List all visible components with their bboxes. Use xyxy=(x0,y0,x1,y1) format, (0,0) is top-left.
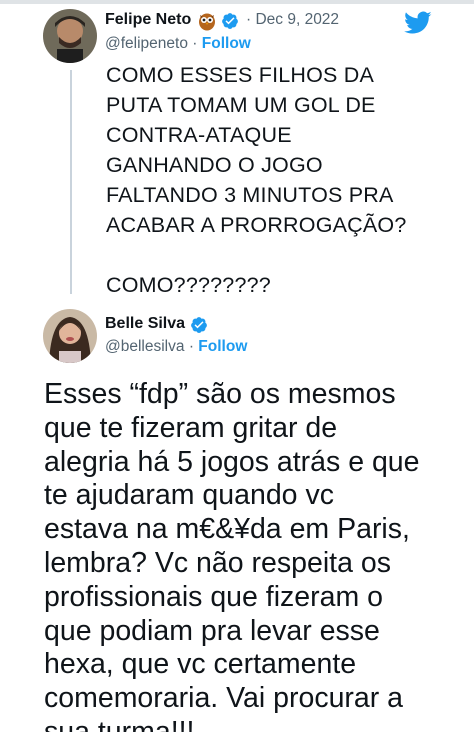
verified-badge-icon xyxy=(190,316,208,334)
follow-button[interactable]: Follow xyxy=(202,35,251,52)
thread-connector-line xyxy=(70,70,72,294)
tweet-text: COMO ESSES FILHOS DA PUTA TOMAM UM GOL D… xyxy=(106,63,407,297)
author-handle[interactable]: @bellesilva xyxy=(105,338,185,355)
separator-dot: · xyxy=(192,35,198,52)
tweet-text: Esses “fdp” são os mesmos que te fizeram… xyxy=(44,378,420,732)
separator-dot: · xyxy=(188,338,194,355)
author-name[interactable]: Belle Silva xyxy=(105,315,185,333)
felipe-neto-avatar[interactable] xyxy=(43,9,97,63)
twitter-bird-icon[interactable] xyxy=(404,11,432,35)
verified-badge-icon xyxy=(221,12,239,30)
top-divider xyxy=(0,0,474,4)
author-handle-line: @felipeneto · Follow xyxy=(105,35,251,53)
follow-button[interactable]: Follow xyxy=(198,338,247,355)
owl-emoji-icon xyxy=(197,11,217,31)
author-handle-line: @bellesilva · Follow xyxy=(105,338,247,356)
author-handle[interactable]: @felipeneto xyxy=(105,35,188,52)
author-name[interactable]: Felipe Neto xyxy=(105,11,191,29)
tweet-date[interactable]: · Dec 9, 2022 xyxy=(246,11,339,29)
belle-silva-avatar[interactable] xyxy=(43,309,97,363)
tweet-thread: Felipe Neto · Dec 9, 2022 @felipeneto · … xyxy=(0,0,474,732)
